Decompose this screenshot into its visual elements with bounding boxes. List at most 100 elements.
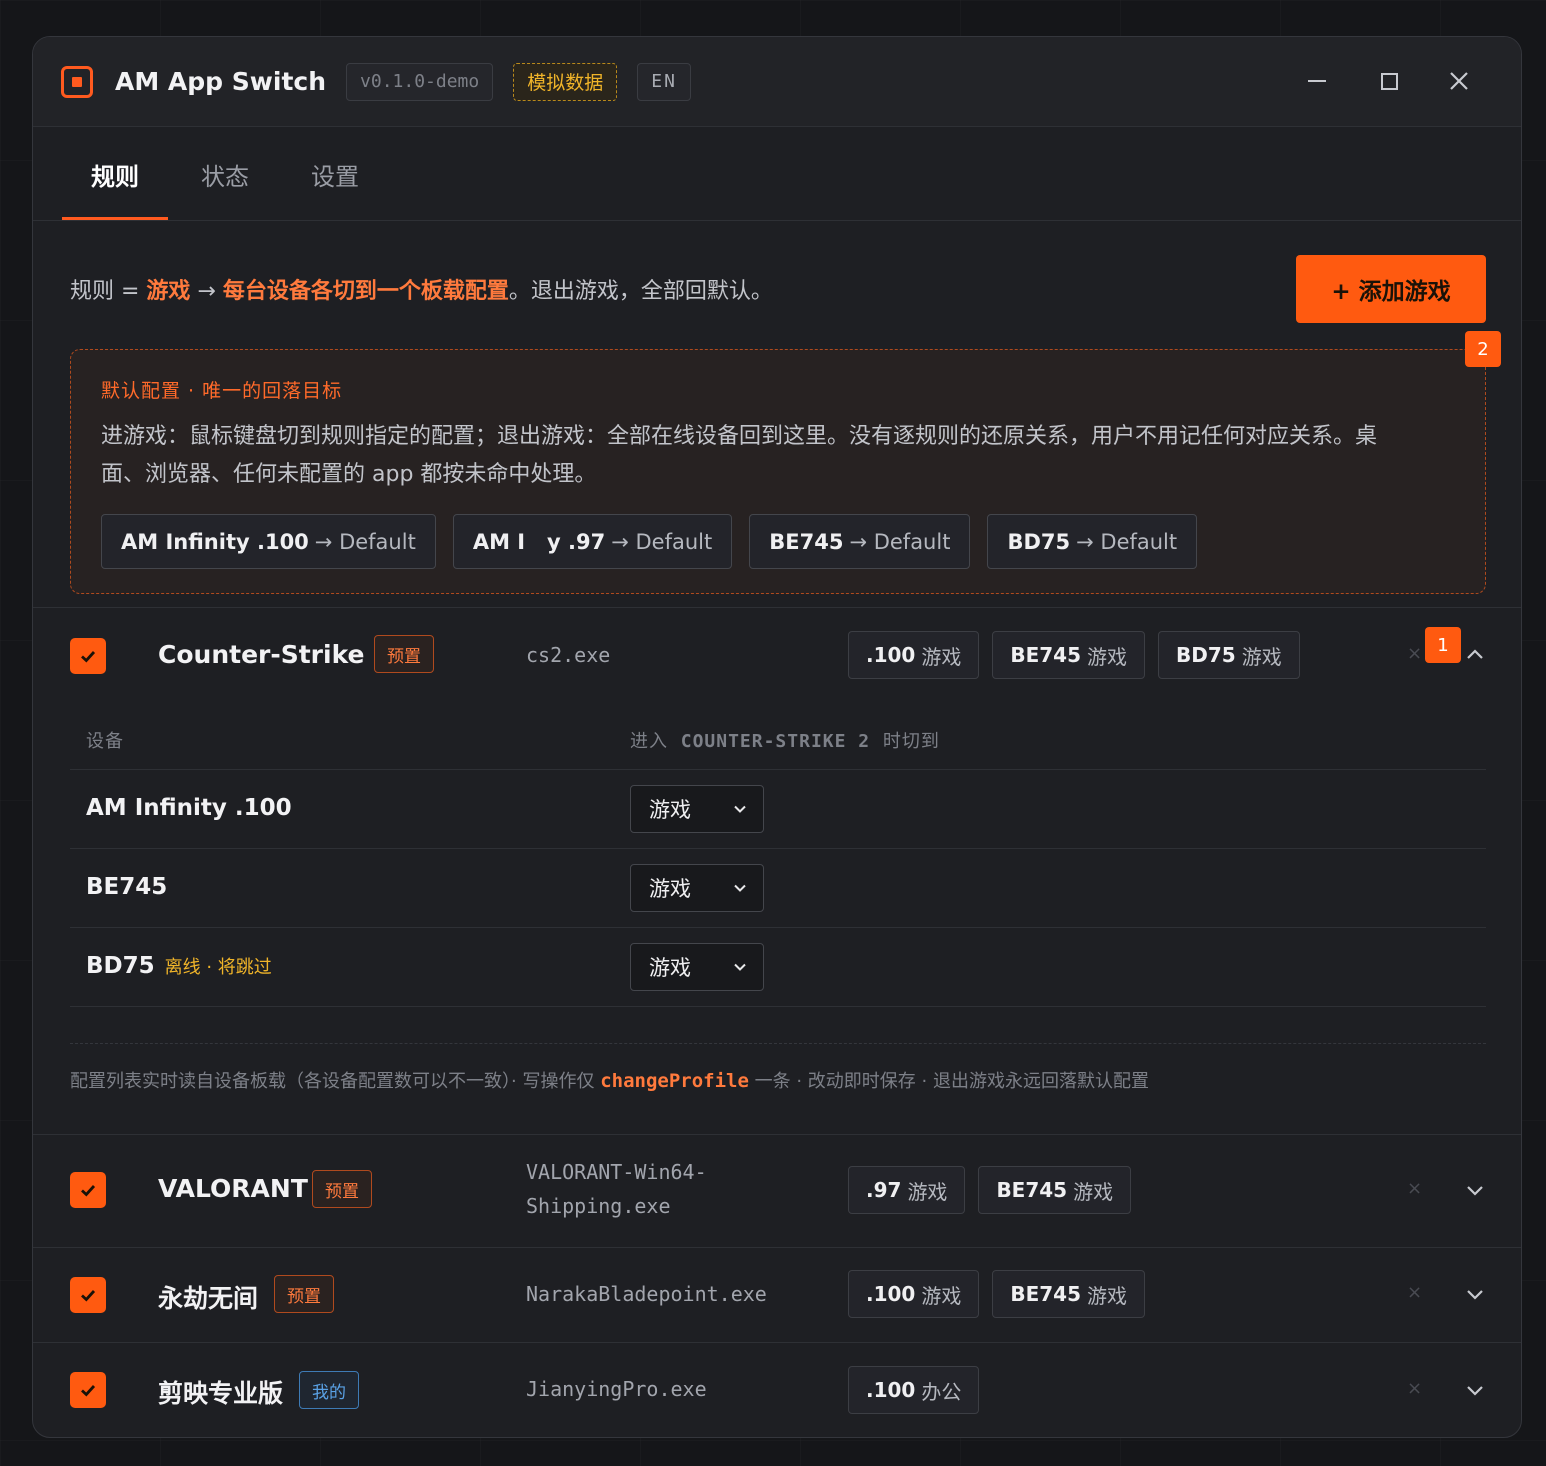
profile-chip-profile: 游戏 bbox=[1087, 1283, 1128, 1308]
rule-summary-target: 每台设备各切到一个板载配置 bbox=[222, 279, 509, 304]
remove-game-button[interactable]: × bbox=[1407, 1282, 1422, 1303]
game-exe-line: VALORANT-Win64- bbox=[526, 1160, 707, 1184]
game-row-cs2: Counter-Strike 2 预置 cs2.exe .100 游戏 BE745… bbox=[33, 607, 1521, 1135]
default-chip-target: → Default bbox=[849, 529, 951, 554]
active-tab-indicator bbox=[62, 217, 168, 220]
game-exe: JianyingPro.exe bbox=[526, 1377, 707, 1401]
profile-chip: .100 游戏 bbox=[848, 631, 980, 679]
profile-chip-device: BE745 bbox=[996, 1178, 1068, 1202]
game-enabled-checkbox[interactable] bbox=[70, 1277, 106, 1313]
maximize-button[interactable] bbox=[1367, 59, 1411, 103]
tab-status[interactable]: 状态 bbox=[201, 127, 249, 221]
rule-summary-game: 游戏 bbox=[146, 279, 191, 304]
close-button[interactable] bbox=[1437, 59, 1481, 103]
profile-chip: .100 游戏 bbox=[848, 1270, 980, 1318]
chevron-down-icon bbox=[1467, 1386, 1483, 1396]
footnote-code: changeProfile bbox=[600, 1070, 749, 1092]
default-chip: AM Infinity .100 → Default bbox=[101, 514, 436, 569]
remove-game-button[interactable]: × bbox=[1407, 1178, 1422, 1199]
detail-col-target: 进入 COUNTER-STRIKE 2 时切到 bbox=[630, 727, 940, 753]
chevron-up-icon bbox=[1467, 649, 1483, 659]
collapse-button[interactable] bbox=[1463, 643, 1487, 667]
tab-settings[interactable]: 设置 bbox=[311, 127, 359, 221]
profile-select[interactable]: 游戏 bbox=[630, 943, 764, 991]
profile-chip-profile: 游戏 bbox=[907, 1179, 948, 1204]
remove-game-button[interactable]: × bbox=[1407, 643, 1422, 664]
expand-button[interactable] bbox=[1463, 1282, 1487, 1306]
profile-chip: .97 游戏 bbox=[848, 1166, 966, 1214]
game-name: 剪映专业版 bbox=[158, 1379, 284, 1408]
chevron-down-icon bbox=[734, 963, 746, 971]
step-badge: 2 bbox=[1465, 331, 1501, 367]
language-toggle[interactable]: EN bbox=[637, 62, 691, 101]
chevron-down-icon bbox=[1467, 1290, 1483, 1300]
profile-chip-profile: 游戏 bbox=[1241, 644, 1282, 669]
custom-tag: 我的 bbox=[299, 1371, 359, 1409]
add-game-button[interactable]: + 添加游戏 bbox=[1296, 255, 1486, 323]
default-chip-target: → Default bbox=[1076, 529, 1178, 554]
profile-chips: .100 游戏 BE745 游戏 BD75 游戏 bbox=[848, 631, 1300, 679]
default-chip-device: AM Infinity .100 bbox=[121, 529, 309, 554]
preset-tag: 预置 bbox=[374, 635, 434, 673]
rule-summary-suffix: 。退出游戏，全部回默认。 bbox=[508, 279, 773, 304]
preset-tag: 预置 bbox=[274, 1275, 334, 1313]
demo-data-badge: 模拟数据 bbox=[513, 62, 618, 101]
default-config-heading: 默认配置 · 唯一的回落目标 bbox=[101, 380, 343, 402]
game-row-naraka: 永劫无间 预置 NarakaBladepoint.exe .100 游戏 BE74… bbox=[33, 1247, 1521, 1342]
default-chip: BE745 → Default bbox=[749, 514, 971, 569]
profile-chip: BD75 游戏 bbox=[1158, 631, 1300, 679]
game-enabled-checkbox[interactable] bbox=[70, 1372, 106, 1408]
profile-chip: BE745 游戏 bbox=[992, 1270, 1146, 1318]
table-divider bbox=[70, 927, 1486, 928]
profile-select[interactable]: 游戏 bbox=[630, 785, 764, 833]
detail-col-target-suffix: 时切到 bbox=[882, 731, 940, 752]
default-chip: AM I y .97 → Default bbox=[452, 514, 733, 569]
profile-select[interactable]: 游戏 bbox=[630, 864, 764, 912]
device-name: AM Infinity .100 bbox=[86, 795, 292, 821]
profile-chips: .97 游戏 BE745 游戏 bbox=[848, 1166, 1132, 1214]
default-chip-device: AM I y .97 bbox=[472, 529, 606, 554]
game-name: Counter-Strike 2 bbox=[158, 640, 391, 669]
table-divider bbox=[70, 769, 1486, 770]
profile-select-value: 游戏 bbox=[649, 877, 691, 901]
game-exe-line: Shipping.exe bbox=[526, 1194, 671, 1218]
game-row-valorant: VALORANT 预置 VALORANT-Win64- Shipping.exe… bbox=[33, 1134, 1521, 1247]
chevron-down-icon bbox=[1467, 1186, 1483, 1196]
default-chip: BD75 → Default bbox=[987, 514, 1198, 569]
default-config-panel: 默认配置 · 唯一的回落目标 进游戏：鼠标键盘切到规则指定的配置；退出游戏：全部… bbox=[70, 349, 1486, 594]
footnote-separator bbox=[70, 1043, 1486, 1044]
tab-bar: 规则 状态 设置 bbox=[33, 127, 1521, 221]
close-icon bbox=[1450, 72, 1468, 90]
profile-chips: .100 游戏 BE745 游戏 bbox=[848, 1270, 1146, 1318]
game-exe: NarakaBladepoint.exe bbox=[526, 1282, 767, 1306]
table-divider bbox=[70, 848, 1486, 849]
game-exe: VALORANT-Win64- Shipping.exe bbox=[526, 1155, 707, 1223]
profile-chip-device: BD75 bbox=[1176, 643, 1236, 667]
app-title: AM App Switch bbox=[115, 67, 327, 96]
default-config-chips: AM Infinity .100 → Default AM I y .97 → De… bbox=[101, 514, 1198, 569]
detail-col-device: 设备 bbox=[86, 731, 124, 752]
profile-chip-device: .100 bbox=[866, 643, 916, 667]
rule-summary: 规则 = 游戏 → 每台设备各切到一个板载配置。退出游戏，全部回默认。 bbox=[70, 273, 773, 305]
profile-chip: .100 办公 bbox=[848, 1366, 980, 1414]
device-name: BE745 bbox=[86, 874, 168, 900]
chevron-down-icon bbox=[734, 884, 746, 892]
table-divider bbox=[70, 1006, 1486, 1007]
check-icon bbox=[81, 1290, 96, 1302]
app-logo-icon bbox=[61, 65, 93, 98]
expand-button[interactable] bbox=[1463, 1178, 1487, 1202]
footnote-text-b: 一条 · 改动即时保存 · 退出游戏永远回落默认配置 bbox=[754, 1071, 1149, 1092]
profile-chip-device: .100 bbox=[866, 1378, 916, 1402]
tab-rules[interactable]: 规则 bbox=[91, 127, 139, 221]
minimize-button[interactable] bbox=[1295, 59, 1339, 103]
expand-button[interactable] bbox=[1463, 1378, 1487, 1402]
profile-chips: .100 办公 bbox=[848, 1366, 980, 1414]
profile-chip-profile: 游戏 bbox=[921, 644, 962, 669]
profile-select-value: 游戏 bbox=[649, 956, 691, 980]
game-name: 永劫无间 bbox=[158, 1284, 259, 1313]
profile-chip-device: .97 bbox=[866, 1178, 902, 1202]
minimize-icon bbox=[1308, 80, 1326, 82]
game-enabled-checkbox[interactable] bbox=[70, 1172, 106, 1208]
game-enabled-checkbox[interactable] bbox=[70, 638, 106, 674]
remove-game-button[interactable]: × bbox=[1407, 1378, 1422, 1399]
